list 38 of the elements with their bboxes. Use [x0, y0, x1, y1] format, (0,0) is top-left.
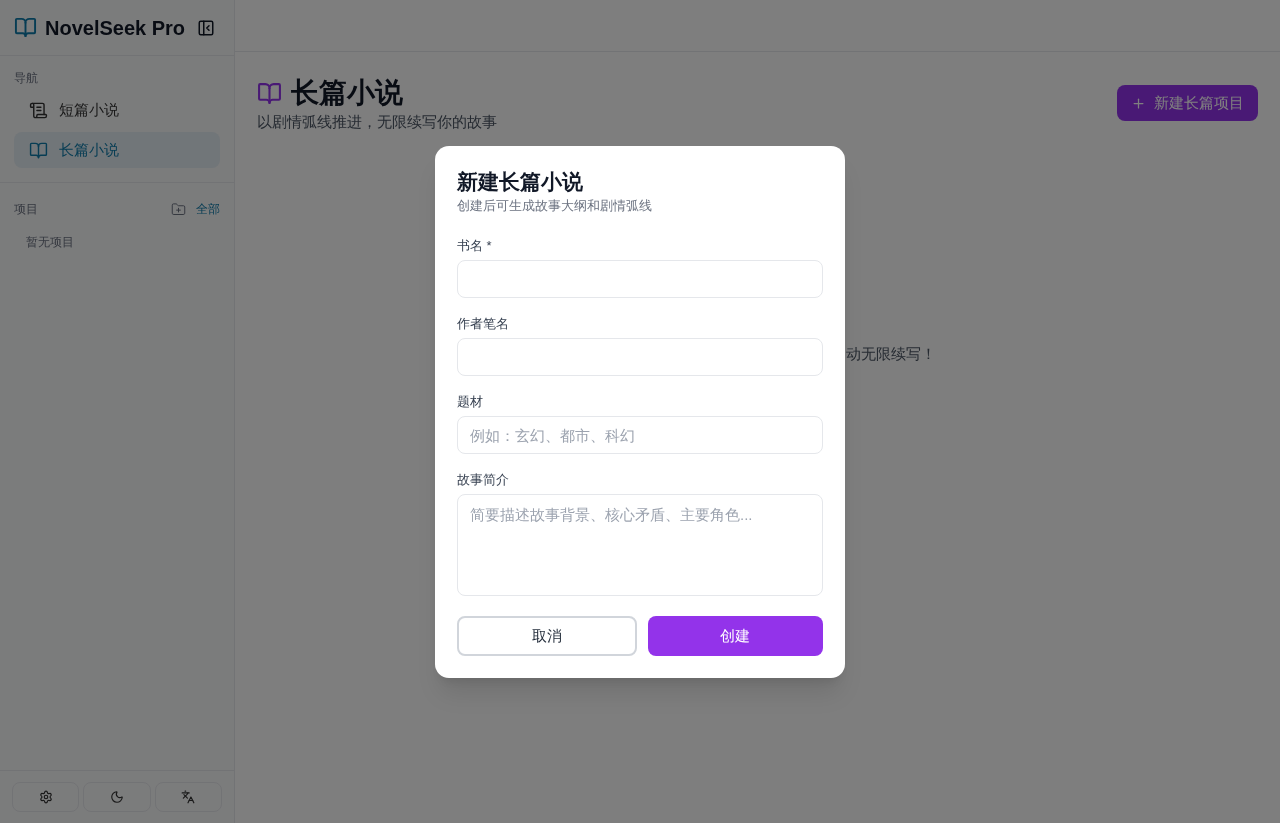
folder-plus-icon [171, 201, 186, 217]
book-icon [257, 80, 282, 106]
input-field[interactable] [457, 338, 823, 376]
dialog-subtitle: 创建后可生成故事大纲和剧情弧线 [457, 197, 653, 215]
nav-item[interactable]: 长篇小说 [14, 132, 220, 168]
field-label: 故事简介 [457, 471, 510, 489]
collapse-sidebar-button[interactable] [197, 18, 215, 37]
dialog-title: 新建长篇小说 [457, 169, 584, 195]
book-icon [29, 140, 48, 160]
field-label: 作者笔名 [457, 315, 510, 333]
new-project-button[interactable]: 新建长篇项目 [1117, 85, 1258, 121]
view-all-link[interactable]: 全部 [196, 201, 220, 217]
nav-item[interactable]: 短篇小说 [14, 92, 220, 128]
input-field[interactable]: 例如：玄幻、都市、科幻 [457, 416, 823, 454]
empty-state-text: 动无限续写！ [846, 344, 936, 364]
language-button[interactable] [154, 782, 222, 812]
input-field[interactable] [457, 260, 823, 298]
section-label: 项目 [14, 201, 38, 217]
settings-icon [38, 790, 53, 804]
page-title: 长篇小说 [291, 76, 403, 110]
cancel-button[interactable]: 取消 [457, 616, 637, 656]
translate-icon [181, 790, 196, 804]
settings-button[interactable] [12, 782, 80, 812]
moon-icon [110, 790, 124, 804]
new-folder-button[interactable] [171, 201, 186, 217]
empty-projects-text: 暂无项目 [26, 234, 75, 250]
page-subtitle: 以剧情弧线推进，无限续写你的故事 [257, 112, 497, 132]
scroll-icon [29, 100, 48, 120]
field-label: 题材 [457, 393, 484, 411]
plus-icon [1131, 95, 1146, 111]
book-icon [14, 16, 37, 39]
create-button[interactable]: 创建 [647, 616, 823, 656]
panel-collapse-icon [197, 18, 215, 37]
app-title: NovelSeek Pro [45, 15, 186, 41]
field-label: 书名 * [457, 237, 493, 255]
theme-toggle-button[interactable] [83, 782, 151, 812]
section-label: 导航 [14, 70, 39, 86]
textarea-field[interactable]: 简要描述故事背景、核心矛盾、主要角色... [457, 494, 823, 596]
